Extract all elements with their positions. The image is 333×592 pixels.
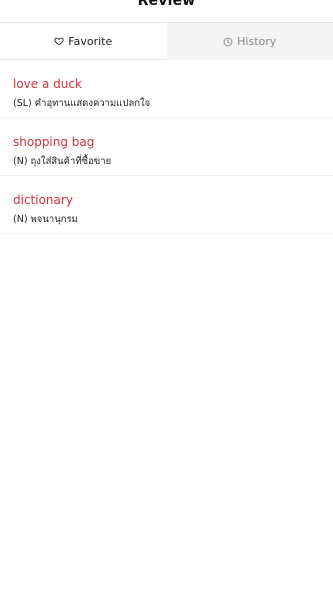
- heart-icon: [54, 36, 64, 46]
- list-item[interactable]: dictionary (N) พจนานุกรม: [0, 176, 333, 234]
- header-bar: Review: [0, 0, 333, 23]
- list-item[interactable]: love a duck (SL) คำอุทานแสดงความแปลกใจ: [0, 60, 333, 118]
- entry-meaning: (N) พจนานุกรม: [13, 214, 78, 225]
- review-screen: Review Favorite History love a duck (SL): [0, 0, 333, 592]
- entry-word: dictionary: [13, 193, 73, 207]
- tab-favorite[interactable]: Favorite: [0, 23, 167, 60]
- tab-favorite-label: Favorite: [68, 34, 113, 48]
- tab-bar: Favorite History: [0, 23, 333, 60]
- tab-history-label: History: [237, 35, 277, 48]
- tab-history[interactable]: History: [166, 23, 333, 60]
- entry-meaning: (N) ถุงใส่สินค้าที่ซื้อขาย: [13, 156, 112, 167]
- clock-icon: [223, 37, 233, 47]
- page-title: Review: [137, 0, 196, 9]
- list-item[interactable]: shopping bag (N) ถุงใส่สินค้าที่ซื้อขาย: [0, 118, 333, 176]
- entry-meaning: (SL) คำอุทานแสดงความแปลกใจ: [13, 98, 151, 109]
- entry-word: love a duck: [13, 77, 82, 91]
- favorite-list: love a duck (SL) คำอุทานแสดงความแปลกใจ s…: [0, 60, 333, 234]
- entry-word: shopping bag: [13, 135, 95, 149]
